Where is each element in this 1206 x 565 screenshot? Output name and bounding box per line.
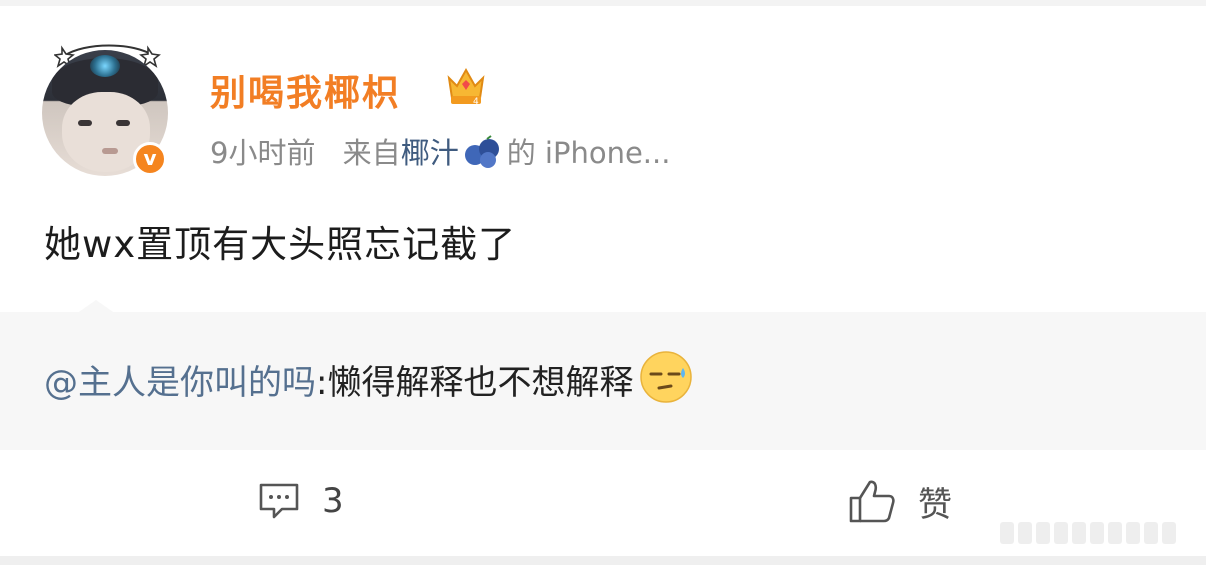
top-divider [0,0,1206,6]
like-label: 赞 [918,484,952,525]
comment-button[interactable]: 3 [258,476,344,526]
comment-icon [259,483,299,519]
repost-content: :懒得解释也不想解释 [316,363,634,403]
crown-icon[interactable]: 4 [445,62,487,108]
like-button[interactable]: 赞 [848,476,952,526]
svg-text:4: 4 [473,97,479,107]
blueberry-icon [464,135,499,168]
source-suffix: 的 iPhone... [506,136,671,170]
post-meta: 9小时前 来自椰汁 的 iPhone... [210,130,670,172]
source-app[interactable]: 椰汁 [401,136,459,170]
username[interactable]: 别喝我椰枳 [210,64,400,114]
sweat-face-emoji-icon [640,351,693,403]
bottom-divider [0,556,1206,565]
verified-v-badge-icon: v [133,142,167,176]
watermark [1000,522,1196,550]
avatar[interactable]: v [42,44,168,176]
repost-mention[interactable]: @主人是你叫的吗 [44,363,316,403]
repost-text[interactable]: @主人是你叫的吗:懒得解释也不想解释 [44,350,693,404]
post-time: 9小时前 [210,136,316,170]
thumbs-up-icon [849,480,895,523]
comment-count: 3 [322,481,344,521]
source-prefix: 来自 [342,136,401,170]
post-text: 她wx置顶有大头照忘记截了 [44,223,517,266]
